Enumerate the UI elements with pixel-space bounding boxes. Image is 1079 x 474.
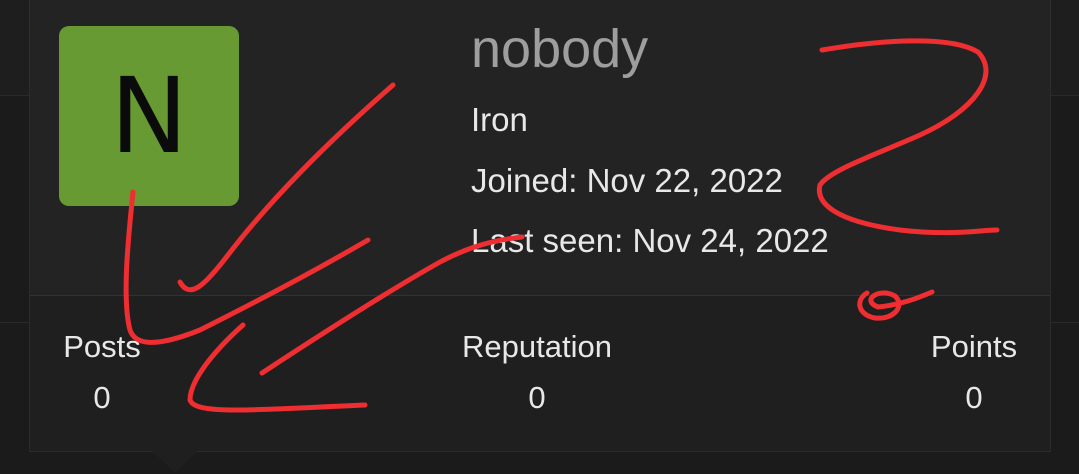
- user-profile-card: N nobody Iron Joined: Nov 22, 2022 Last …: [29, 0, 1051, 473]
- screen: N nobody Iron Joined: Nov 22, 2022 Last …: [0, 0, 1079, 474]
- reputation-label: Reputation: [462, 329, 612, 364]
- posts-stat[interactable]: Posts 0: [60, 328, 144, 416]
- reputation-stat[interactable]: Reputation 0: [455, 328, 619, 416]
- posts-count: 0: [93, 380, 111, 416]
- avatar-initial: N: [110, 55, 188, 177]
- user-rank: Iron: [471, 101, 528, 138]
- points-count: 0: [965, 380, 983, 416]
- username-link[interactable]: nobody: [471, 19, 648, 79]
- reputation-count: 0: [528, 380, 546, 416]
- card-pointer-arrow: [152, 451, 198, 473]
- avatar[interactable]: N: [59, 26, 239, 206]
- points-label: Points: [930, 329, 1018, 364]
- joined-date: Joined: Nov 22, 2022: [471, 162, 783, 199]
- points-stat[interactable]: Points 0: [926, 328, 1022, 416]
- posts-label: Posts: [63, 329, 141, 364]
- last-seen-date: Last seen: Nov 24, 2022: [471, 222, 829, 259]
